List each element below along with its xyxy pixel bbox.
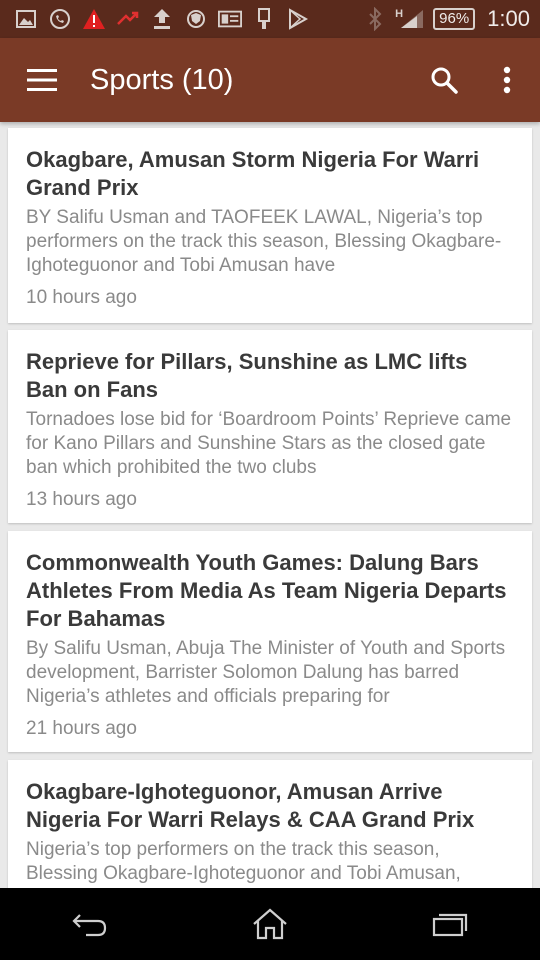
article-summary: Tornadoes lose bid for ‘Boardroom Points… [26,409,512,478]
bluetooth-icon [363,7,387,31]
network-type-label: H [395,8,404,20]
warning-icon [82,8,106,30]
menu-button[interactable] [0,38,84,122]
status-bar: H 96% 1:00 [0,0,540,38]
app-bar: Sports (10) [0,38,540,122]
recent-apps-icon [432,913,468,937]
article-summary: By Salifu Usman, Abuja The Minister of Y… [26,638,506,707]
article-title: Okagbare-Ighoteguonor, Amusan Arrive Nig… [26,779,475,832]
more-vert-icon [503,66,511,94]
back-icon [72,914,107,937]
article-time: 10 hours ago [26,287,137,308]
article-title: Commonwealth Youth Games: Dalung Bars At… [26,550,507,631]
gallery-icon [14,8,38,30]
article-card[interactable]: Okagbare, Amusan Storm Nigeria For Warri… [8,128,532,323]
article-time: 13 hours ago [26,489,137,510]
battery-indicator: 96% [433,8,476,30]
article-card[interactable]: Reprieve for Pillars, Sunshine as LMC li… [8,330,532,523]
back-button[interactable] [50,888,130,960]
article-time: 21 hours ago [26,718,137,739]
missed-call-icon [116,8,140,30]
usb-icon [252,8,276,30]
news-icon [218,8,242,30]
home-button[interactable] [230,888,310,960]
article-card[interactable]: Okagbare-Ighoteguonor, Amusan Arrive Nig… [8,760,532,888]
shield-icon [184,8,208,30]
navigation-bar [0,888,540,960]
article-summary: BY Salifu Usman and TAOFEEK LAWAL, Niger… [26,207,502,276]
recent-apps-button[interactable] [410,888,490,960]
more-options-button[interactable] [474,38,540,122]
whatsapp-icon [48,8,72,30]
article-summary: Nigeria’s top performers on the track th… [26,839,461,884]
hamburger-menu-icon [27,69,57,91]
play-store-icon [286,8,310,30]
article-title: Okagbare, Amusan Storm Nigeria For Warri… [26,147,480,200]
article-card[interactable]: Commonwealth Youth Games: Dalung Bars At… [8,531,532,752]
article-title: Reprieve for Pillars, Sunshine as LMC li… [26,349,468,402]
article-list[interactable]: Okagbare, Amusan Storm Nigeria For Warri… [0,122,540,888]
status-time: 1:00 [487,6,530,31]
search-button[interactable] [414,38,474,122]
home-icon [253,908,287,940]
search-icon [431,67,458,94]
upload-icon [150,8,174,30]
page-title: Sports (10) [90,63,234,96]
signal-icon: H [395,8,425,30]
